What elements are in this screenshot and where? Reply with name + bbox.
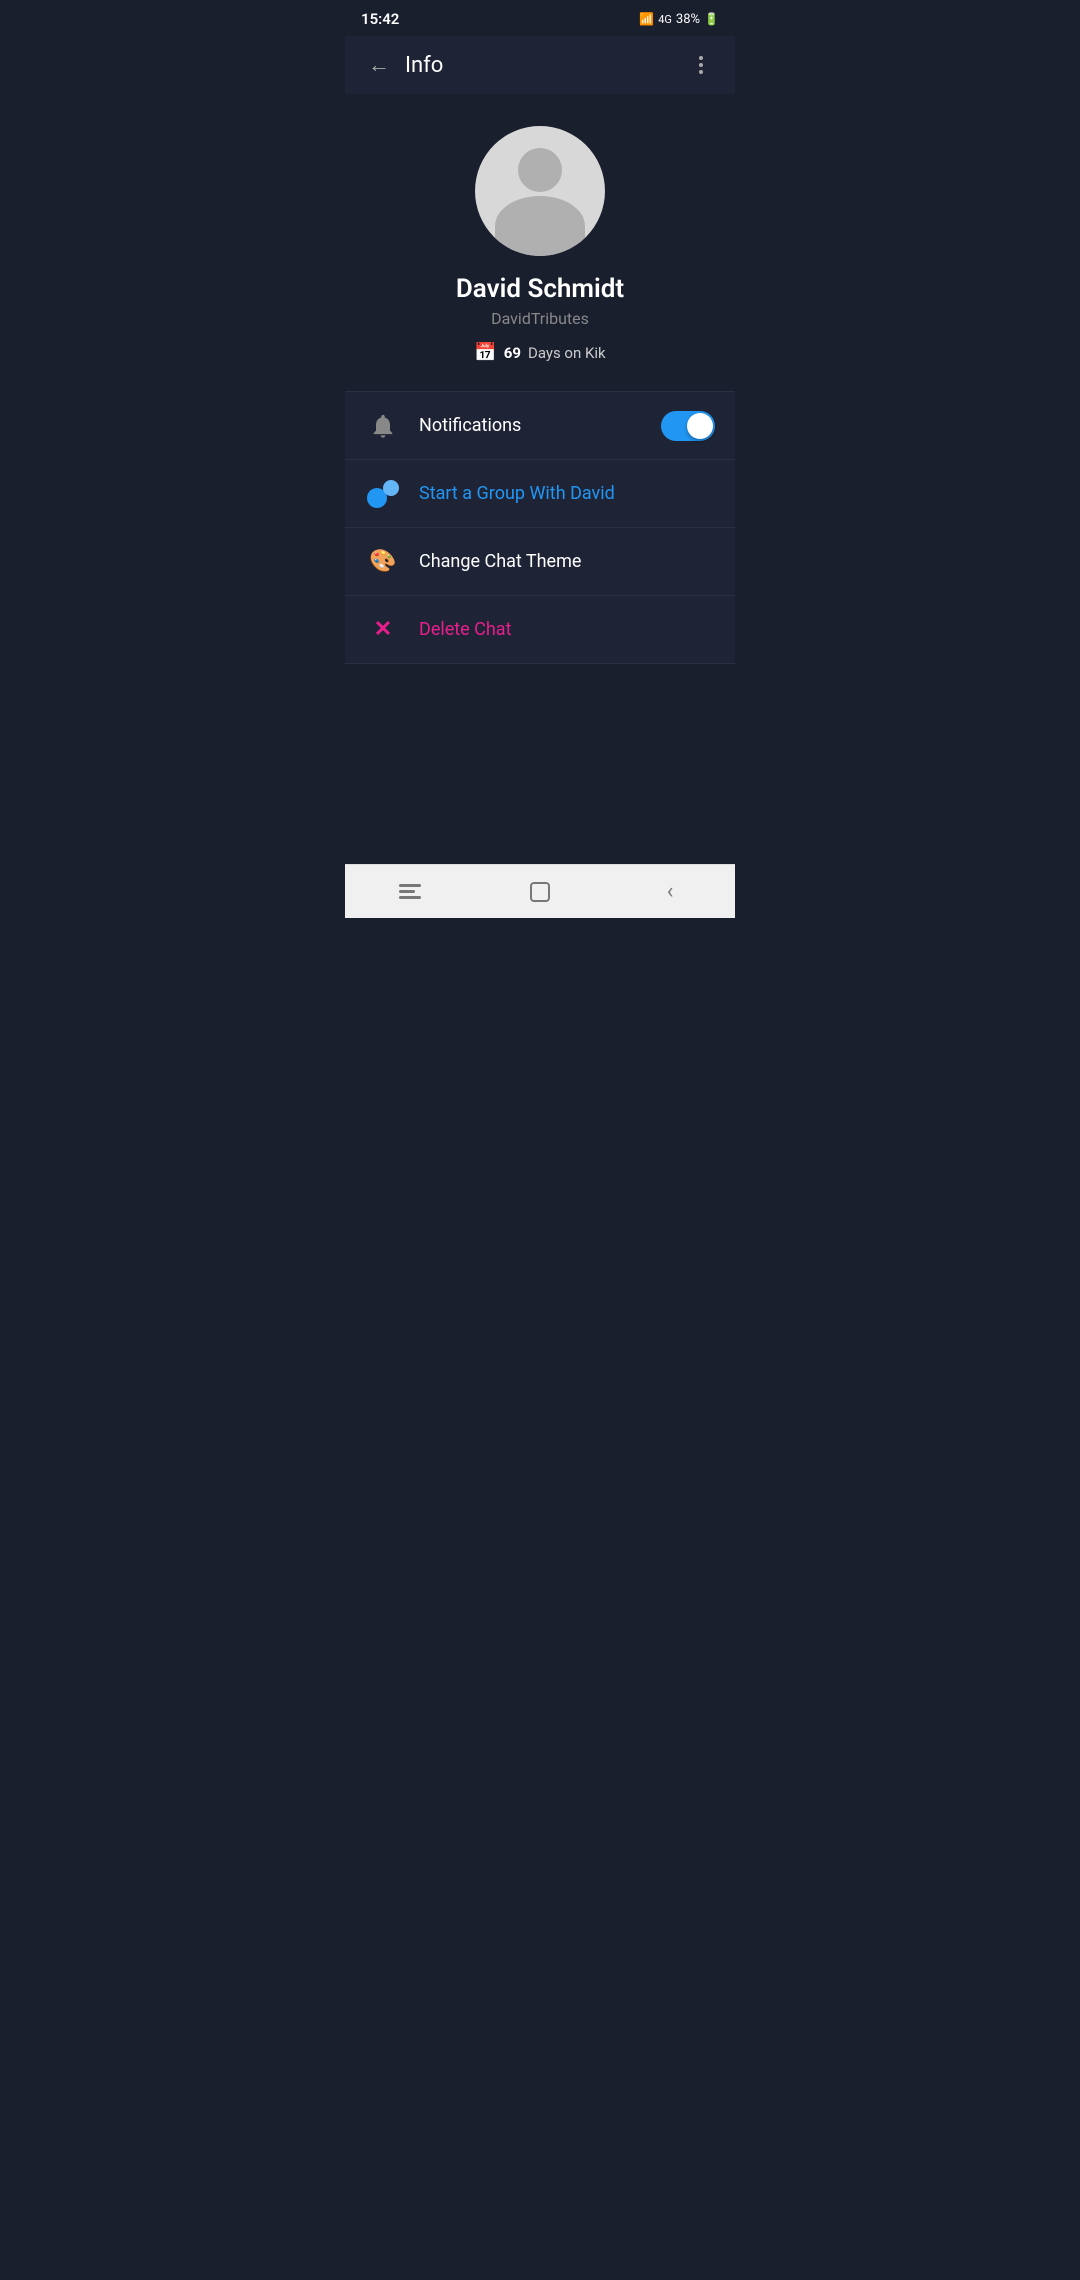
- bubble-icon-2: [383, 480, 399, 496]
- more-dots-icon: [699, 56, 703, 74]
- profile-name: David Schmidt: [456, 274, 624, 304]
- profile-section: David Schmidt DavidTributes 📅 69 Days on…: [345, 94, 735, 392]
- status-bar: 15:42 📶 4G 38% 🔋: [345, 0, 735, 36]
- group-icon: [365, 476, 401, 512]
- start-group-label: Start a Group With David: [419, 483, 715, 504]
- battery-icon: 🔋: [704, 12, 719, 26]
- recent-icon: [399, 884, 421, 899]
- page-title: Info: [405, 53, 683, 78]
- notifications-toggle[interactable]: [661, 411, 715, 441]
- nav-back-button[interactable]: ‹: [605, 865, 735, 918]
- more-button[interactable]: [683, 47, 719, 83]
- profile-username: DavidTributes: [491, 309, 589, 328]
- back-button[interactable]: ←: [361, 47, 397, 83]
- avatar-head: [518, 148, 562, 192]
- days-count: 69: [504, 344, 521, 362]
- bell-icon: [365, 408, 401, 444]
- menu-item-notifications[interactable]: Notifications: [345, 392, 735, 460]
- avatar-placeholder: [475, 126, 605, 256]
- empty-space: [345, 664, 735, 864]
- signal-icon: 4G: [658, 13, 672, 26]
- avatar: [475, 126, 605, 256]
- x-icon: ✕: [365, 612, 401, 648]
- menu-section: Notifications Start a Group With David 🎨…: [345, 392, 735, 664]
- notifications-label: Notifications: [419, 415, 661, 436]
- menu-item-start-group[interactable]: Start a Group With David: [345, 460, 735, 528]
- status-time: 15:42: [361, 10, 399, 28]
- back-nav-icon: ‹: [667, 879, 674, 904]
- app-bar: ← Info: [345, 36, 735, 94]
- delete-chat-label: Delete Chat: [419, 619, 715, 640]
- nav-home-button[interactable]: [475, 865, 605, 918]
- toggle-knob: [687, 413, 713, 439]
- nav-recent-button[interactable]: [345, 865, 475, 918]
- avatar-body: [495, 196, 585, 256]
- home-icon: [530, 882, 550, 902]
- menu-item-change-theme[interactable]: 🎨 Change Chat Theme: [345, 528, 735, 596]
- palette-icon: 🎨: [365, 544, 401, 580]
- days-label: Days on Kik: [528, 344, 606, 362]
- wifi-icon: 📶: [639, 12, 654, 26]
- status-icons: 📶 4G 38% 🔋: [639, 12, 719, 27]
- calendar-icon: 📅: [474, 342, 496, 363]
- nav-bar: ‹: [345, 864, 735, 918]
- change-theme-label: Change Chat Theme: [419, 551, 715, 572]
- menu-item-delete-chat[interactable]: ✕ Delete Chat: [345, 596, 735, 664]
- battery-text: 38%: [676, 12, 700, 27]
- profile-days: 📅 69 Days on Kik: [474, 342, 605, 363]
- back-arrow-icon: ←: [368, 52, 390, 78]
